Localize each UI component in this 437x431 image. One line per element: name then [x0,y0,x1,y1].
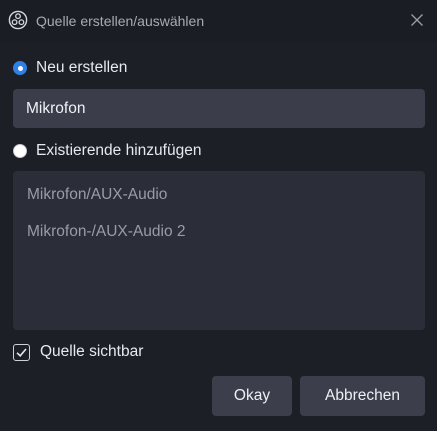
radio-new-label: Neu erstellen [36,59,128,76]
radio-existing-label: Existierende hinzufügen [36,142,202,159]
obs-logo-icon [8,10,28,30]
radio-existing-indicator[interactable] [13,144,27,158]
list-item[interactable]: Mikrofon/AUX-Audio [13,182,425,219]
okay-button[interactable]: Okay [212,376,292,416]
visible-checkbox-row[interactable]: Quelle sichtbar [13,343,143,361]
radio-new[interactable]: Neu erstellen [13,59,127,77]
checkmark-icon [16,347,27,357]
source-name-input[interactable]: Mikrofon [13,89,425,128]
existing-sources-list: Mikrofon/AUX-Audio Mikrofon-/AUX-Audio 2 [13,171,425,330]
cancel-button[interactable]: Abbrechen [300,376,425,416]
close-icon[interactable] [407,10,427,30]
source-name-value: Mikrofon [26,99,86,117]
title-bar: Quelle erstellen/auswählen [0,0,437,42]
window-title: Quelle erstellen/auswählen [36,13,205,29]
visible-checkbox-label: Quelle sichtbar [40,343,144,360]
visible-checkbox[interactable] [13,343,30,361]
radio-existing[interactable]: Existierende hinzufügen [13,142,201,160]
radio-new-indicator[interactable] [13,61,27,75]
list-item[interactable]: Mikrofon-/AUX-Audio 2 [13,219,425,256]
